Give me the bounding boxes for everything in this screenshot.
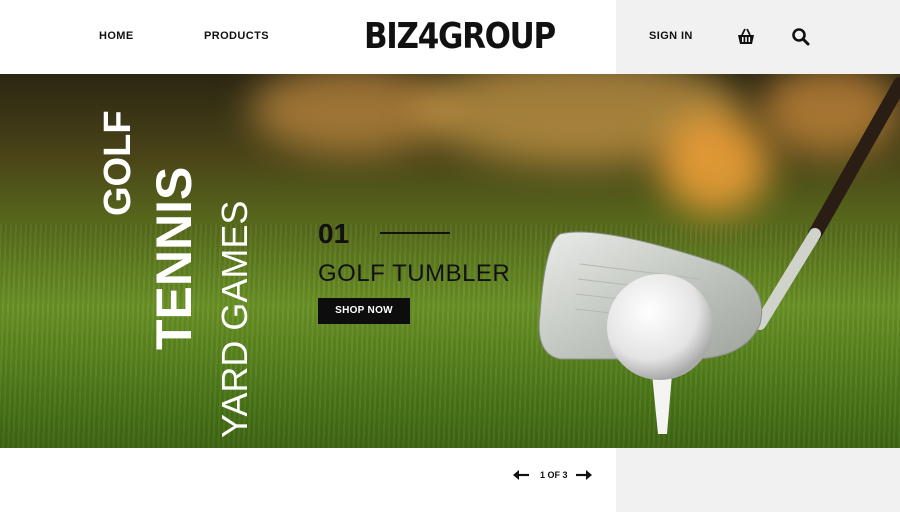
category-yard-games: YARD GAMES bbox=[214, 200, 255, 438]
slide-title: GOLF TUMBLER bbox=[318, 260, 511, 287]
arrow-left-icon[interactable] bbox=[512, 468, 530, 482]
slide-divider bbox=[380, 232, 450, 234]
footer-utility-panel bbox=[616, 448, 900, 512]
slider-pager: 1 OF 3 bbox=[0, 448, 900, 512]
category-golf: GOLF bbox=[97, 110, 139, 216]
shop-now-button[interactable]: SHOP NOW bbox=[318, 298, 410, 324]
brand-logo[interactable]: BIZ4GROUP bbox=[364, 16, 556, 57]
nav-home-link[interactable]: HOME bbox=[99, 30, 134, 42]
slide-number: 01 bbox=[318, 218, 350, 249]
nav-products-link[interactable]: PRODUCTS bbox=[204, 30, 269, 42]
sign-in-link[interactable]: SIGN IN bbox=[649, 30, 693, 42]
arrow-right-icon[interactable] bbox=[575, 468, 593, 482]
pager-counter: 1 OF 3 bbox=[540, 470, 568, 480]
site-header: HOME PRODUCTS BIZ4GROUP SIGN IN bbox=[0, 0, 900, 74]
search-icon[interactable] bbox=[790, 26, 812, 48]
hero-banner: GOLF TENNIS YARD GAMES 01 GOLF TUMBLER S… bbox=[0, 74, 900, 448]
basket-icon[interactable] bbox=[735, 26, 757, 48]
category-tennis: TENNIS bbox=[146, 166, 202, 350]
